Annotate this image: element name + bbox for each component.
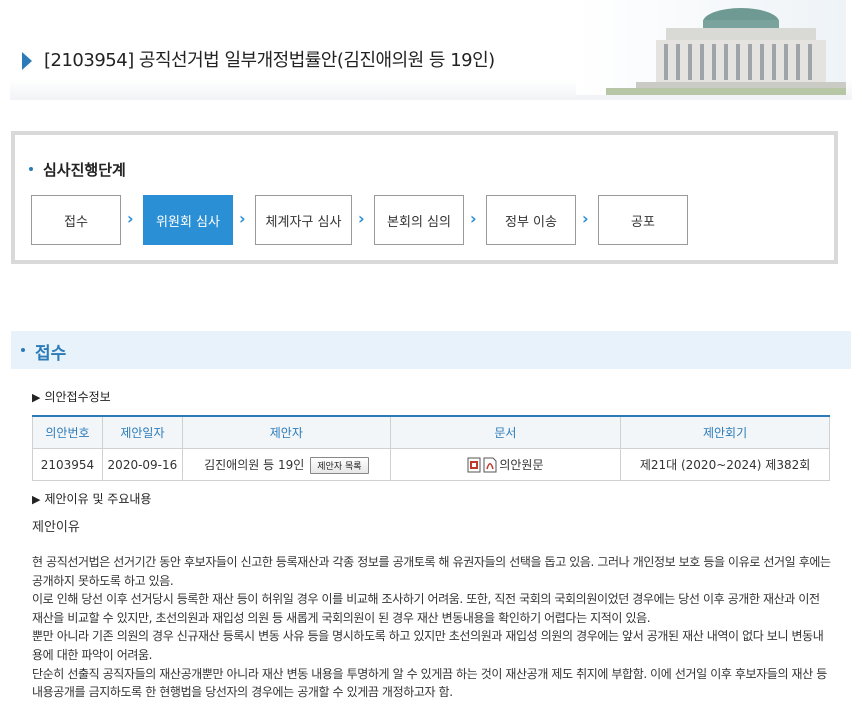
assembly-building-image — [576, 0, 846, 100]
chevron-right-icon: › — [470, 209, 477, 228]
review-stages-panel: 심사진행단계 접수 › 위원회 심사 › 체계자구 심사 › 본회의 심의 › … — [11, 131, 838, 264]
table-header-row: 의안번호 제안일자 제안자 문서 제안회기 — [32, 415, 830, 449]
col-document: 문서 — [389, 415, 622, 449]
col-bill-no: 의안번호 — [32, 415, 103, 449]
reason-paragraph: 뿐만 아니라 기존 의원의 경우 신규재산 등록시 변동 사유 등을 명시하도록… — [32, 629, 824, 662]
page-title: [2103954] 공직선거법 일부개정법률안(김진애의원 등 19인) — [44, 50, 495, 71]
reason-paragraph: 현 공직선거법은 선거기간 동안 후보자들이 신고한 등록재산과 각종 정보를 … — [32, 555, 831, 588]
date-cell: 2020-09-16 — [101, 448, 183, 481]
document-cell: 의안원문 — [389, 448, 622, 481]
stage-legal-review[interactable]: 체계자구 심사 — [255, 195, 352, 245]
stage-government-transfer[interactable]: 정부 이송 — [486, 195, 576, 245]
section-header: 접수 — [11, 331, 851, 369]
triangle-right-icon: ▶ — [32, 391, 41, 404]
col-session: 제안회기 — [620, 415, 830, 449]
receipt-info-table: 의안번호 제안일자 제안자 문서 제안회기 2103954 2020-09-16… — [32, 415, 830, 481]
col-date: 제안일자 — [101, 415, 183, 449]
chevron-right-icon: › — [239, 209, 246, 228]
session-cell: 제21대 (2020~2024) 제382회 — [620, 448, 830, 481]
receipt-info-heading: ▶ 의안접수정보 — [32, 390, 111, 404]
col-proposer: 제안자 — [181, 415, 391, 449]
pdf-file-icon[interactable] — [483, 457, 497, 473]
proposer-list-button[interactable]: 제안자 목록 — [310, 456, 369, 474]
reason-paragraph: 단순히 선출직 공직자들의 재산공개뿐만 아니라 재산 변동 내용을 투명하게 … — [32, 666, 827, 700]
chevron-right-icon: › — [582, 209, 589, 228]
proposer-cell: 김진애의원 등 19인 제안자 목록 — [181, 448, 391, 481]
hwp-file-icon[interactable] — [467, 457, 481, 473]
reason-title: 제안이유 — [32, 520, 80, 535]
triangle-right-icon: ▶ — [32, 493, 41, 506]
stage-plenary[interactable]: 본회의 심의 — [374, 195, 464, 245]
chevron-right-icon: › — [127, 209, 134, 228]
reason-paragraph: 이로 인해 당선 이후 선거당시 등록한 재산 등이 허위일 경우 이를 비교해… — [32, 592, 820, 625]
chevron-right-icon: › — [358, 209, 365, 228]
arrow-right-icon — [22, 52, 32, 70]
stage-committee-review[interactable]: 위원회 심사 — [143, 195, 233, 245]
content-heading: ▶ 제안이유 및 주요내용 — [32, 492, 152, 506]
section-title: 접수 — [35, 344, 67, 364]
bill-no-cell: 2103954 — [32, 448, 103, 481]
document-link[interactable]: 의안원문 — [499, 458, 543, 472]
stages-heading: 심사진행단계 — [29, 159, 126, 180]
table-row: 2103954 2020-09-16 김진애의원 등 19인 제안자 목록 의안원… — [32, 448, 830, 481]
bullet-icon — [21, 348, 25, 352]
bullet-icon — [29, 166, 33, 171]
page-header: [2103954] 공직선거법 일부개정법률안(김진애의원 등 19인) — [10, 0, 852, 100]
stage-promulgation[interactable]: 공포 — [598, 195, 688, 245]
stage-received[interactable]: 접수 — [31, 195, 121, 245]
reason-body: 현 공직선거법은 선거기간 동안 후보자들이 신고한 등록재산과 각종 정보를 … — [32, 553, 832, 702]
